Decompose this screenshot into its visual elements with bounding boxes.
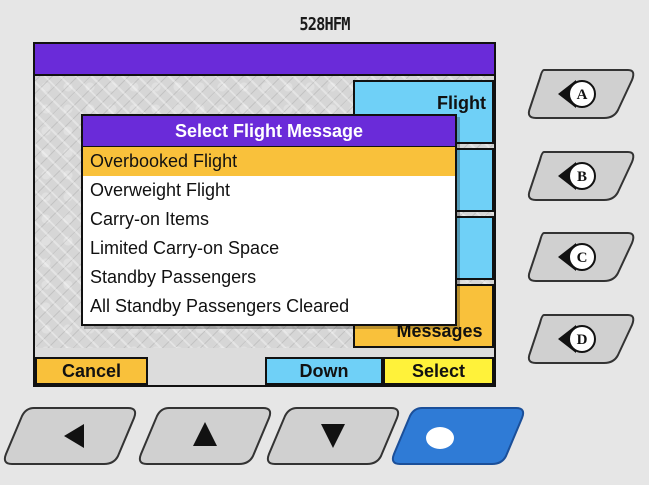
up-nav-button[interactable]	[135, 402, 275, 470]
soft-key-bar: Cancel Down Select	[35, 357, 494, 385]
select-circle-icon	[426, 427, 454, 449]
screen-title-bar	[35, 44, 494, 76]
hardware-button-c[interactable]: C	[524, 229, 636, 283]
device-screen: Flighted ated es lMessages Cancel Down S…	[33, 42, 496, 387]
select-nav-button[interactable]	[388, 402, 528, 470]
list-item[interactable]: Carry-on Items	[83, 205, 455, 234]
hardware-button-b-letter: B	[577, 169, 587, 185]
hardware-button-b[interactable]: B	[524, 148, 636, 202]
side-button-3-line-2: es	[461, 254, 494, 276]
hardware-button-d[interactable]: D	[524, 311, 636, 365]
device-title: 528HFM	[299, 14, 350, 35]
hardware-button-a-letter: A	[577, 87, 588, 103]
dialog-title: Select Flight Message	[83, 116, 455, 147]
message-list: Overbooked Flight Overweight Flight Carr…	[83, 147, 455, 321]
side-button-2-line-2: d	[462, 182, 494, 204]
select-flight-message-dialog: Select Flight Message Overbooked Flight …	[81, 114, 457, 326]
cancel-button[interactable]: Cancel	[35, 357, 148, 385]
hardware-button-a[interactable]: A	[524, 66, 636, 120]
down-nav-button[interactable]	[263, 402, 403, 470]
select-button[interactable]: Select	[383, 357, 494, 385]
hardware-button-d-letter: D	[577, 332, 588, 348]
side-button-4-line-1: l	[458, 296, 494, 318]
list-item[interactable]: Limited Carry-on Space	[83, 234, 455, 263]
left-nav-button[interactable]	[0, 402, 140, 470]
hardware-button-c-letter: C	[577, 250, 588, 266]
side-button-1-line-2: ed	[467, 116, 494, 138]
list-item[interactable]: All Standby Passengers Cleared	[83, 292, 455, 321]
side-button-1-line-1: Flight	[437, 93, 486, 113]
side-button-2-line-1: ate	[455, 160, 494, 182]
down-button[interactable]: Down	[265, 357, 383, 385]
list-item[interactable]: Overweight Flight	[83, 176, 455, 205]
list-item[interactable]: Overbooked Flight	[83, 147, 455, 176]
list-item[interactable]: Standby Passengers	[83, 263, 455, 292]
